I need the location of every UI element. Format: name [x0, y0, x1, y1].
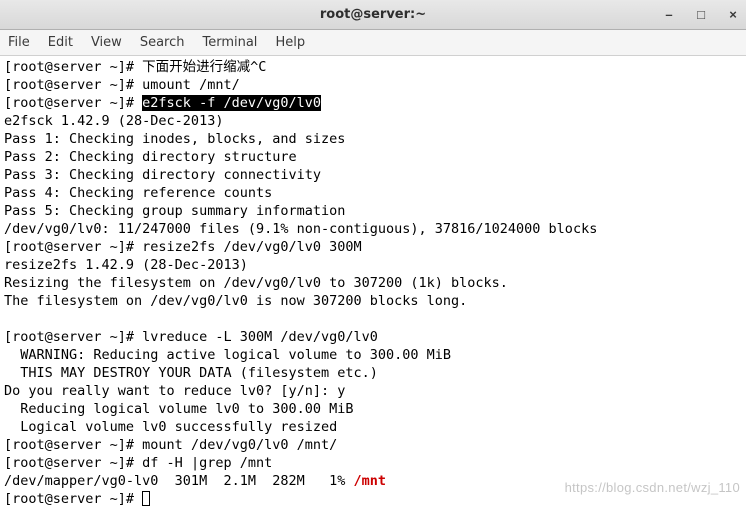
menu-edit[interactable]: Edit [48, 35, 73, 50]
output-line: Logical volume lv0 successfully resized [4, 419, 337, 435]
highlighted-command: e2fsck -f /dev/vg0/lv0 [142, 95, 321, 111]
minimize-button[interactable]: – [662, 8, 676, 22]
prompt: [root@server ~]# [4, 329, 142, 345]
menu-search[interactable]: Search [140, 35, 185, 50]
menu-file[interactable]: File [8, 35, 30, 50]
output-line: Do you really want to reduce lv0? [y/n]:… [4, 383, 345, 399]
output-line: e2fsck 1.42.9 (28-Dec-2013) [4, 113, 223, 129]
maximize-button[interactable]: □ [694, 8, 708, 22]
prompt: [root@server ~]# [4, 95, 142, 111]
prompt: [root@server ~]# [4, 77, 142, 93]
output-line: /dev/mapper/vg0-lv0 301M 2.1M 282M 1% [4, 473, 354, 489]
output-line: Pass 2: Checking directory structure [4, 149, 297, 165]
command-text: mount /dev/vg0/lv0 /mnt/ [142, 437, 337, 453]
grep-match: /mnt [354, 473, 387, 489]
output-line: THIS MAY DESTROY YOUR DATA (filesystem e… [4, 365, 378, 381]
menu-terminal[interactable]: Terminal [202, 35, 257, 50]
command-text: resize2fs /dev/vg0/lv0 300M [142, 239, 361, 255]
prompt: [root@server ~]# [4, 491, 142, 507]
watermark: https://blog.csdn.net/wzj_110 [565, 479, 740, 497]
close-button[interactable]: × [726, 8, 740, 22]
command-text: 下面开始进行缩减^C [142, 59, 266, 75]
prompt: [root@server ~]# [4, 239, 142, 255]
output-line: /dev/vg0/lv0: 11/247000 files (9.1% non-… [4, 221, 597, 237]
output-line: WARNING: Reducing active logical volume … [4, 347, 451, 363]
menubar: File Edit View Search Terminal Help [0, 30, 746, 56]
command-text: df -H |grep /mnt [142, 455, 272, 471]
prompt: [root@server ~]# [4, 59, 142, 75]
output-line: Resizing the filesystem on /dev/vg0/lv0 … [4, 275, 508, 291]
output-line: resize2fs 1.42.9 (28-Dec-2013) [4, 257, 248, 273]
output-line: Pass 4: Checking reference counts [4, 185, 272, 201]
window-title: root@server:~ [0, 7, 746, 22]
prompt: [root@server ~]# [4, 455, 142, 471]
command-text: umount /mnt/ [142, 77, 240, 93]
window-controls: – □ × [662, 8, 740, 22]
cursor [142, 491, 150, 506]
prompt: [root@server ~]# [4, 437, 142, 453]
menu-view[interactable]: View [91, 35, 122, 50]
output-line: Pass 1: Checking inodes, blocks, and siz… [4, 131, 345, 147]
terminal-content[interactable]: [root@server ~]# 下面开始进行缩减^C [root@server… [0, 56, 746, 521]
output-line: Reducing logical volume lv0 to 300.00 Mi… [4, 401, 354, 417]
titlebar: root@server:~ – □ × [0, 0, 746, 30]
output-line: Pass 3: Checking directory connectivity [4, 167, 321, 183]
menu-help[interactable]: Help [275, 35, 305, 50]
output-line: The filesystem on /dev/vg0/lv0 is now 30… [4, 293, 467, 309]
output-line: Pass 5: Checking group summary informati… [4, 203, 345, 219]
terminal-window: root@server:~ – □ × File Edit View Searc… [0, 0, 746, 521]
command-text: lvreduce -L 300M /dev/vg0/lv0 [142, 329, 378, 345]
